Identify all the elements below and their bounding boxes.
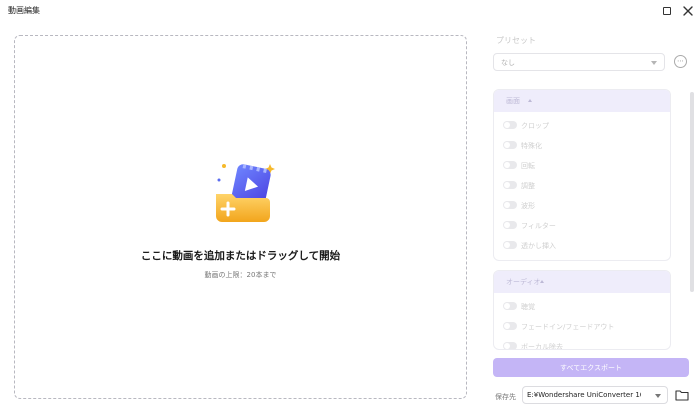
maximize-icon xyxy=(663,7,671,15)
setting-label: フィルター xyxy=(521,222,556,230)
save-location-label: 保存先 xyxy=(495,393,516,401)
toggle-switch[interactable] xyxy=(503,221,517,229)
settings-panel: プリセット なし ⋯ 画面 クロップ 特殊化 回転 調整 波形 フィルター 透か… xyxy=(492,30,692,370)
video-drop-zone[interactable]: ここに動画を追加またはドラッグして開始 動画の上限：20本まで xyxy=(14,35,467,399)
more-icon: ⋯ xyxy=(677,57,684,65)
drop-instruction: ここに動画を追加またはドラッグして開始 xyxy=(140,250,341,262)
setting-label: 特殊化 xyxy=(521,142,542,150)
video-section-title: 画面 xyxy=(506,97,520,105)
add-video-illustration xyxy=(216,164,275,222)
close-button[interactable] xyxy=(681,4,695,18)
setting-label: クロップ xyxy=(521,122,549,130)
setting-row-vocal-remove: ボーカル除去 xyxy=(494,337,670,350)
audio-section-title: オーディオ xyxy=(506,278,541,286)
collapse-icon xyxy=(540,280,544,283)
setting-label: 調整 xyxy=(521,182,535,190)
chevron-down-icon xyxy=(651,61,657,65)
toggle-switch[interactable] xyxy=(503,342,517,349)
folder-icon[interactable] xyxy=(675,389,689,401)
toggle-switch[interactable] xyxy=(503,302,517,310)
video-section: 画面 クロップ 特殊化 回転 調整 波形 フィルター 透かし挿入 xyxy=(493,89,671,261)
setting-row-filter: フィルター xyxy=(494,216,670,236)
setting-label: 透かし挿入 xyxy=(521,242,556,250)
preset-label: プリセット xyxy=(496,36,536,45)
save-path: E:¥Wondershare UniConverter 16¥Ec xyxy=(527,391,641,399)
toggle-switch[interactable] xyxy=(503,241,517,249)
setting-row-fade: フェードイン/フェードアウト xyxy=(494,317,670,337)
toggle-switch[interactable] xyxy=(503,322,517,330)
toggle-switch[interactable] xyxy=(503,141,517,149)
preset-select[interactable]: なし xyxy=(493,53,665,71)
setting-row-waveform: 波形 xyxy=(494,196,670,216)
collapse-icon xyxy=(528,99,532,102)
toggle-switch[interactable] xyxy=(503,161,517,169)
toggle-switch[interactable] xyxy=(503,121,517,129)
setting-row-rotate: 回転 xyxy=(494,156,670,176)
setting-row-adjust: 調整 xyxy=(494,176,670,196)
setting-label: 回転 xyxy=(521,162,535,170)
panel-scrollbar[interactable] xyxy=(690,92,694,292)
maximize-button[interactable] xyxy=(660,4,674,18)
setting-label: フェードイン/フェードアウト xyxy=(521,323,615,331)
audio-section: オーディオ 聴覚 フェードイン/フェードアウト ボーカル除去 xyxy=(493,270,671,350)
setting-label: 波形 xyxy=(521,202,535,210)
export-all-button[interactable]: すべてエクスポート xyxy=(493,358,689,377)
setting-row-watermark: 透かし挿入 xyxy=(494,236,670,256)
toggle-switch[interactable] xyxy=(503,201,517,209)
save-location-select[interactable]: E:¥Wondershare UniConverter 16¥Ec xyxy=(522,386,668,404)
chevron-down-icon xyxy=(655,394,661,398)
app-window: 動画編集 ここに動画を追加またはドラッグして開始 動画の上限：20本まで プリセ… xyxy=(0,0,700,413)
title-bar: 動画編集 xyxy=(0,0,700,22)
setting-row-effect: 特殊化 xyxy=(494,136,670,156)
setting-row-crop: クロップ xyxy=(494,116,670,136)
more-options-button[interactable]: ⋯ xyxy=(674,55,687,68)
audio-section-header[interactable]: オーディオ xyxy=(494,271,670,293)
window-title: 動画編集 xyxy=(8,6,40,15)
setting-label: ボーカル除去 xyxy=(521,343,563,350)
toggle-switch[interactable] xyxy=(503,181,517,189)
preset-value: なし xyxy=(501,59,515,67)
video-limit-note: 動画の上限：20本まで xyxy=(204,271,277,279)
setting-row-volume: 聴覚 xyxy=(494,297,670,317)
setting-label: 聴覚 xyxy=(521,303,535,311)
close-icon xyxy=(683,6,693,16)
video-section-header[interactable]: 画面 xyxy=(494,90,670,112)
